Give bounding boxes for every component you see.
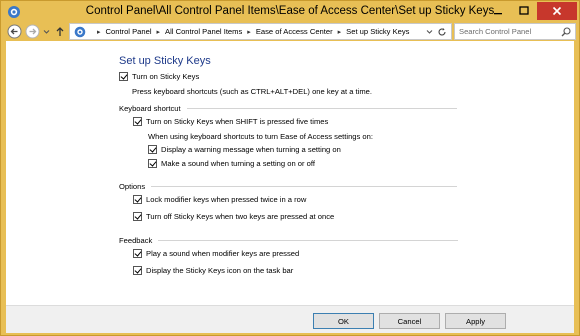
chevron-down-icon: [426, 30, 433, 34]
checkbox-box[interactable]: [119, 72, 128, 81]
window: Control Panel\All Control Panel Items\Ea…: [0, 0, 580, 336]
checkbox-label: Turn on Sticky Keys when SHIFT is presse…: [146, 117, 329, 126]
forward-arrow-icon: [25, 24, 40, 39]
turn-on-sticky-keys-checkbox[interactable]: Turn on Sticky Keys: [119, 72, 199, 81]
turn-off-two-keys-checkbox[interactable]: Turn off Sticky Keys when two keys are p…: [133, 212, 334, 221]
breadcrumb-separator-icon[interactable]: ▸: [338, 28, 342, 36]
checkbox-box[interactable]: [133, 195, 142, 204]
checkbox-box[interactable]: [133, 249, 142, 258]
checkbox-label: Lock modifier keys when pressed twice in…: [146, 195, 307, 204]
lock-modifier-keys-checkbox[interactable]: Lock modifier keys when pressed twice in…: [133, 195, 306, 204]
display-icon-checkbox[interactable]: Display the Sticky Keys icon on the task…: [133, 266, 293, 275]
breadcrumb: ▸ Control Panel ▸ All Control Panel Item…: [92, 27, 409, 36]
up-arrow-icon: [56, 27, 64, 36]
title-bar[interactable]: Control Panel\All Control Panel Items\Ea…: [1, 1, 579, 23]
breadcrumb-ease-of-access[interactable]: Ease of Access Center: [256, 27, 333, 36]
recent-pages-button[interactable]: [42, 24, 51, 39]
checkbox-label: Display the Sticky Keys icon on the task…: [146, 266, 294, 275]
maximize-icon: [519, 6, 529, 15]
checkbox-box[interactable]: [148, 159, 157, 168]
search-icon[interactable]: [561, 27, 571, 39]
breadcrumb-all-items[interactable]: All Control Panel Items: [165, 27, 242, 36]
divider: [186, 108, 457, 109]
checkbox-box[interactable]: [148, 145, 157, 154]
section-heading: Options: [119, 182, 146, 191]
address-dropdown-button[interactable]: [426, 28, 433, 37]
turn-on-description: Press keyboard shortcuts (such as CTRL+A…: [132, 87, 373, 96]
make-sound-checkbox[interactable]: Make a sound when turning a setting on o…: [148, 159, 315, 168]
minimize-button[interactable]: [484, 2, 511, 20]
checkbox-box[interactable]: [133, 212, 142, 221]
section-options: Options: [119, 182, 458, 191]
up-button[interactable]: [54, 24, 66, 39]
cancel-button[interactable]: Cancel: [379, 313, 440, 329]
chevron-down-icon: [43, 29, 50, 34]
breadcrumb-sticky-keys[interactable]: Set up Sticky Keys: [346, 27, 409, 36]
close-icon: [552, 6, 562, 16]
breadcrumb-separator-icon[interactable]: ▸: [157, 28, 161, 36]
play-sound-checkbox[interactable]: Play a sound when modifier keys are pres…: [133, 249, 299, 258]
maximize-button[interactable]: [511, 2, 537, 20]
shift-five-times-checkbox[interactable]: Turn on Sticky Keys when SHIFT is presse…: [133, 117, 328, 126]
refresh-icon: [438, 28, 446, 36]
checkbox-label: Display a warning message when turning a…: [161, 145, 341, 154]
apply-button[interactable]: Apply: [445, 313, 506, 329]
display-warning-checkbox[interactable]: Display a warning message when turning a…: [148, 145, 341, 154]
checkbox-box[interactable]: [133, 117, 142, 126]
back-arrow-icon: [7, 24, 22, 39]
section-heading: Feedback: [119, 236, 153, 245]
section-feedback: Feedback: [119, 236, 459, 245]
checkbox-label: Turn off Sticky Keys when two keys are p…: [146, 212, 335, 221]
breadcrumb-separator-icon[interactable]: ▸: [247, 28, 251, 36]
search-input[interactable]: [459, 26, 557, 37]
back-button[interactable]: [7, 24, 22, 39]
address-bar[interactable]: ▸ Control Panel ▸ All Control Panel Item…: [69, 23, 452, 40]
breadcrumb-control-panel[interactable]: Control Panel: [106, 27, 152, 36]
minimize-icon: [493, 13, 502, 15]
checkbox-label: Turn on Sticky Keys: [132, 72, 200, 81]
checkbox-box[interactable]: [133, 266, 142, 275]
close-button[interactable]: [537, 2, 577, 20]
shortcut-subtext: When using keyboard shortcuts to turn Ea…: [148, 132, 373, 141]
checkbox-label: Play a sound when modifier keys are pres…: [146, 249, 300, 258]
breadcrumb-separator-icon[interactable]: ▸: [97, 28, 101, 36]
ok-button[interactable]: OK: [313, 313, 374, 329]
navigation-bar: ▸ Control Panel ▸ All Control Panel Item…: [6, 23, 576, 40]
checkbox-label: Make a sound when turning a setting on o…: [161, 159, 315, 168]
section-keyboard-shortcut: Keyboard shortcut: [119, 104, 457, 113]
section-heading: Keyboard shortcut: [119, 104, 181, 113]
control-panel-icon: [74, 26, 86, 40]
content-pane: Set up Sticky Keys Turn on Sticky Keys P…: [6, 41, 574, 305]
button-bar: OK Cancel Apply: [6, 305, 574, 333]
forward-button[interactable]: [25, 24, 40, 39]
page-title: Set up Sticky Keys: [119, 55, 211, 67]
refresh-button[interactable]: [437, 27, 447, 39]
divider: [158, 240, 459, 241]
divider: [151, 186, 458, 187]
search-box[interactable]: [454, 23, 576, 40]
